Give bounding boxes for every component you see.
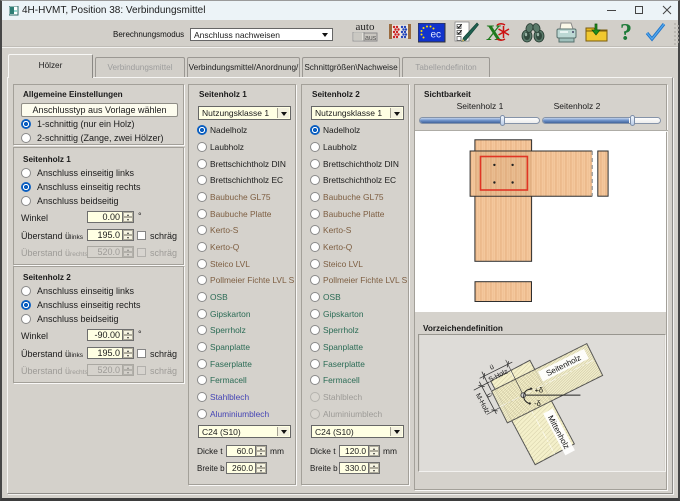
svg-text:+δ: +δ xyxy=(535,386,543,395)
svg-text:-δ: -δ xyxy=(534,399,541,408)
svg-text:aus: aus xyxy=(365,35,377,42)
svg-text:?: ? xyxy=(620,21,632,44)
svg-text:ec: ec xyxy=(431,30,442,41)
